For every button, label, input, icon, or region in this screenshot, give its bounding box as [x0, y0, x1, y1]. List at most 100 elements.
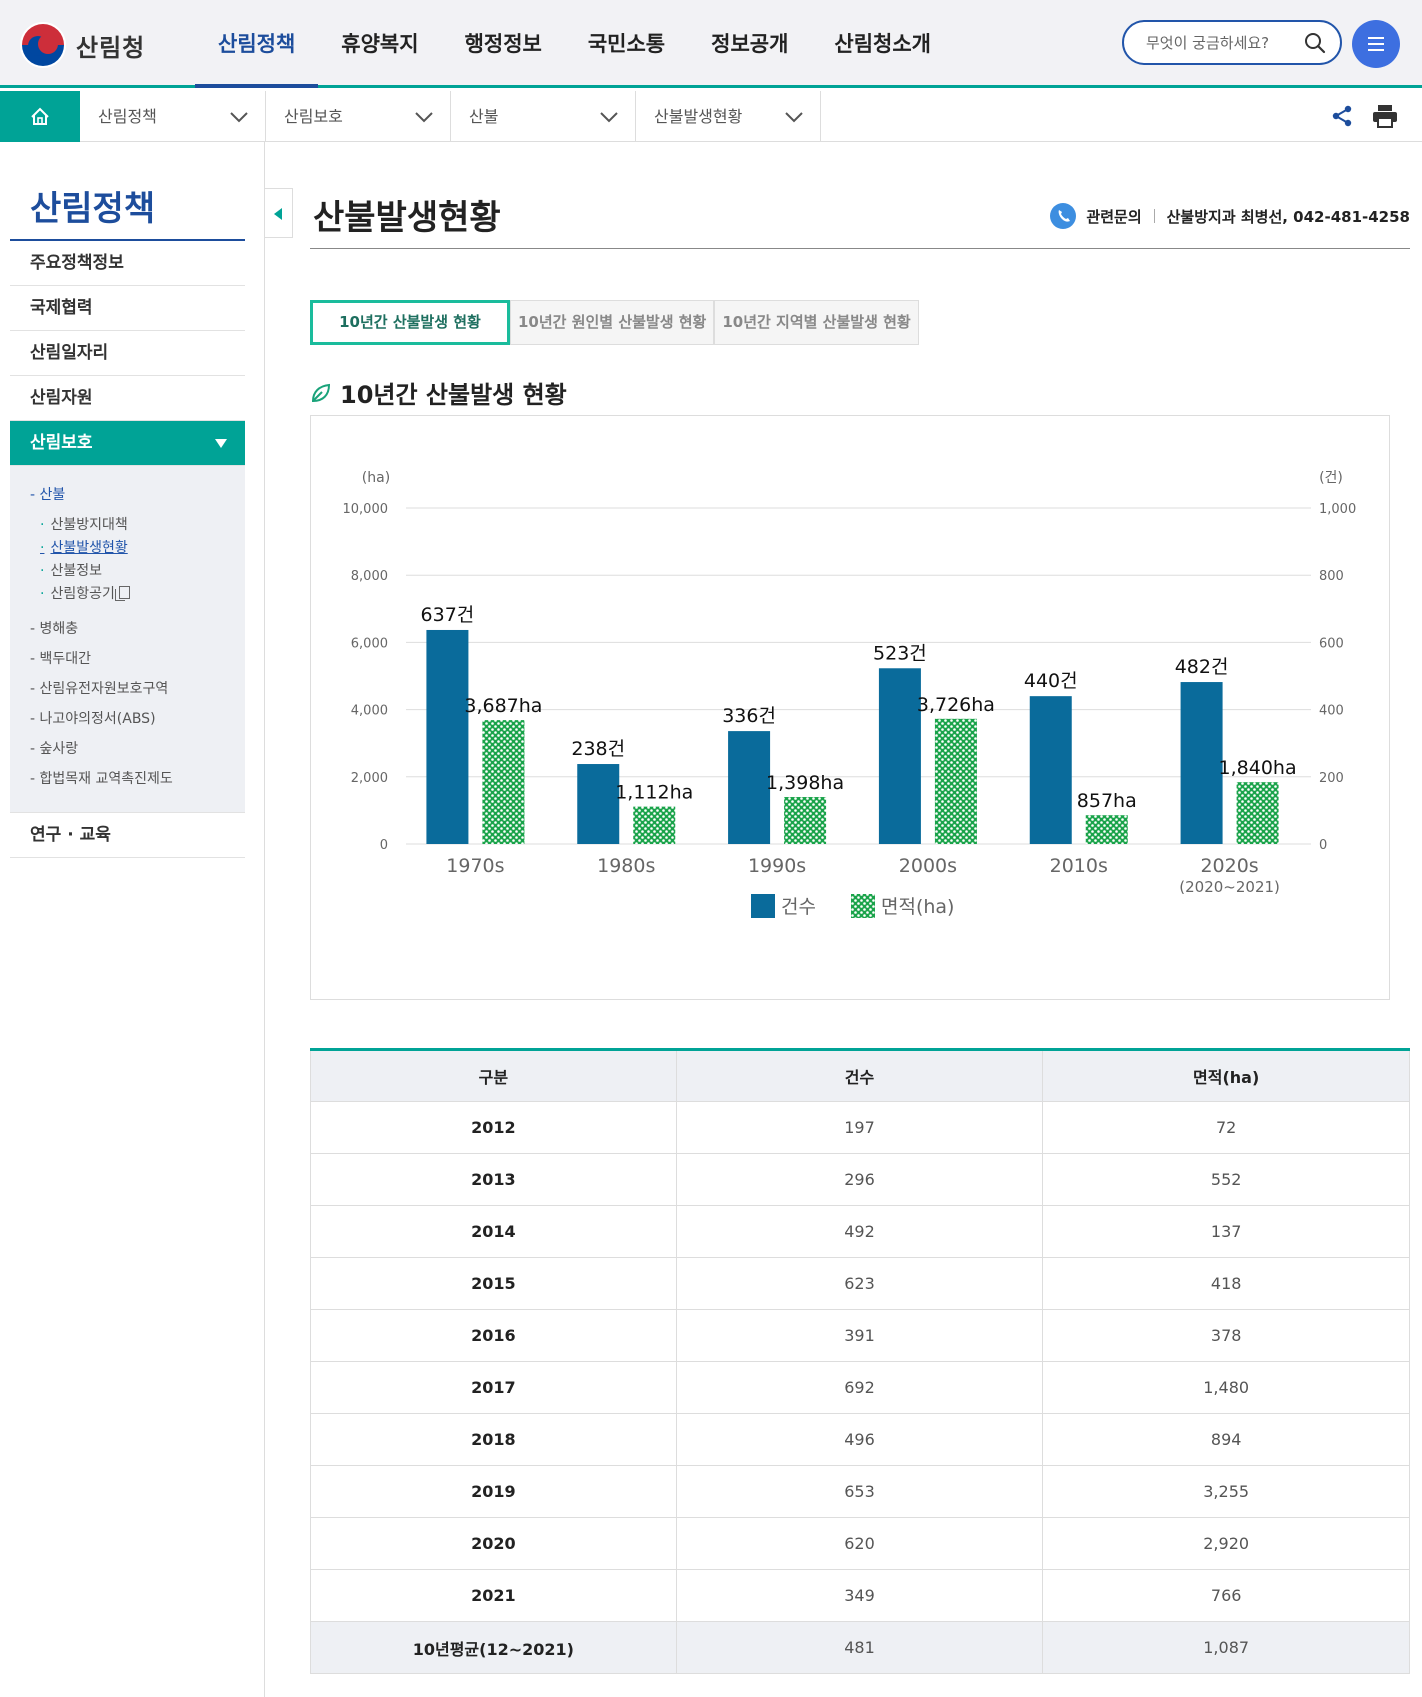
- y-left-tick-label: 8,000: [351, 569, 388, 584]
- search-input[interactable]: [1146, 32, 1296, 54]
- gnb-admin-info[interactable]: 행정정보: [442, 0, 565, 88]
- print-icon[interactable]: [1372, 104, 1398, 128]
- table-cell-area: 1,480: [1042, 1361, 1410, 1414]
- gnb-about[interactable]: 산림청소개: [811, 0, 954, 88]
- location-depth3[interactable]: 산불: [451, 91, 636, 142]
- table-cell-area: 378: [1042, 1309, 1410, 1362]
- y-left-tick-label: 2,000: [351, 771, 388, 786]
- submenu-wildfire[interactable]: - 산불: [10, 484, 245, 506]
- search-icon[interactable]: [1304, 32, 1326, 54]
- table-row: 2021 349 766: [310, 1569, 1410, 1622]
- tab-10yr-status[interactable]: 10년간 산불발생 현황: [310, 300, 510, 345]
- submenu-label: 산불방지대책: [50, 517, 128, 533]
- side-nav-item-policy-info[interactable]: 주요정책정보: [10, 241, 245, 286]
- gnb-recreation-welfare[interactable]: 휴양복지: [318, 0, 441, 88]
- location-depth2[interactable]: 산림보호: [266, 91, 451, 142]
- side-nav: 산림정책 주요정책정보 국제협력 산림일자리 산림자원 산림보호 - 산불 · 산…: [0, 142, 265, 1697]
- contact-label: 관련문의: [1086, 207, 1142, 226]
- table-cell-count: 692: [675, 1361, 1044, 1414]
- table-header-area: 면적(ha): [1042, 1049, 1410, 1102]
- section-title: 10년간 산불발생 현황: [310, 375, 567, 410]
- side-nav-item-forest-protection[interactable]: 산림보호: [10, 421, 245, 466]
- bar-count-label: 482건: [1175, 656, 1229, 678]
- divider: [1153, 209, 1155, 223]
- x-tick-sublabel: (2020~2021): [1179, 878, 1280, 896]
- tab-10yr-by-cause[interactable]: 10년간 원인별 산불발생 현황: [510, 300, 715, 345]
- table-row: 2018 496 894: [310, 1413, 1410, 1466]
- submenu-fire-info[interactable]: · 산불정보: [10, 560, 245, 583]
- x-tick-label: 2010s: [1050, 855, 1108, 877]
- y-right-tick-label: 600: [1319, 636, 1344, 651]
- all-menu-button[interactable]: [1352, 20, 1400, 68]
- location-depth1[interactable]: 산림정책: [80, 91, 266, 142]
- bar-area: [482, 720, 525, 844]
- y-left-tick-label: 6,000: [351, 636, 388, 651]
- submenu-legal-timber[interactable]: - 합법목재 교역촉진제도: [10, 768, 245, 790]
- table-row: 2013 296 552: [310, 1153, 1410, 1206]
- logo-text: 산림청: [76, 33, 146, 62]
- search-box: [1122, 20, 1342, 65]
- chevron-down-icon: [415, 112, 433, 123]
- table-cell-area: 3,255: [1042, 1465, 1410, 1518]
- side-nav-item-research-education[interactable]: 연구 · 교육: [10, 813, 245, 858]
- logo[interactable]: 산림청: [20, 22, 145, 68]
- section-title-text: 10년간 산불발생 현황: [340, 381, 567, 409]
- table-cell-area: 137: [1042, 1205, 1410, 1258]
- side-nav-item-forest-jobs[interactable]: 산림일자리: [10, 331, 245, 376]
- x-tick-label: 1980s: [597, 855, 655, 877]
- table-cell-year: 2015: [310, 1257, 677, 1310]
- submenu-pests[interactable]: - 병해충: [10, 618, 245, 640]
- leaf-icon: [311, 383, 331, 402]
- table-cell-count: 496: [675, 1413, 1044, 1466]
- location-depth4-label: 산불발생현황: [654, 107, 743, 126]
- gnb-info-disclosure[interactable]: 정보공개: [688, 0, 811, 88]
- share-icon[interactable]: [1330, 104, 1354, 128]
- bar-count-label: 336건: [722, 705, 776, 727]
- legend-label-count: 건수: [781, 896, 816, 918]
- y-right-tick-label: 200: [1319, 771, 1344, 786]
- table-cell-area: 552: [1042, 1153, 1410, 1206]
- submenu-label: 산불정보: [50, 563, 102, 579]
- tab-10yr-by-region[interactable]: 10년간 지역별 산불발생 현황: [714, 300, 919, 345]
- bar-area-label: 1,840ha: [1219, 757, 1297, 779]
- side-nav-item-intl-cooperation[interactable]: 국제협력: [10, 286, 245, 331]
- bar-area: [1085, 815, 1128, 844]
- table-cell-area: 72: [1042, 1101, 1410, 1154]
- y-left-tick-label: 10,000: [343, 502, 389, 517]
- submenu-love-forest[interactable]: - 숲사랑: [10, 738, 245, 760]
- table-cell-count: 653: [675, 1465, 1044, 1518]
- bar-area: [633, 806, 676, 844]
- table-cell-count: 349: [675, 1569, 1044, 1622]
- side-nav-toggle[interactable]: [265, 188, 293, 238]
- table-cell-count: 492: [675, 1205, 1044, 1258]
- submenu-fire-prevention[interactable]: · 산불방지대책: [10, 514, 245, 537]
- submenu-baekdudaegan[interactable]: - 백두대간: [10, 648, 245, 670]
- bar-count: [878, 668, 921, 844]
- location-depth4[interactable]: 산불발생현황: [636, 91, 821, 142]
- table-cell-year: 10년평균(12~2021): [310, 1621, 677, 1674]
- bar-count: [577, 764, 620, 844]
- side-nav-list: 주요정책정보 국제협력 산림일자리 산림자원 산림보호 - 산불 · 산불방지대책…: [10, 241, 245, 858]
- bar-area: [784, 797, 827, 844]
- submenu-fire-status[interactable]: · 산불발생현황: [10, 537, 245, 560]
- site-header: 산림청 산림정책 휴양복지 행정정보 국민소통 정보공개 산림청소개: [0, 0, 1422, 88]
- bar-count-label: 238건: [571, 738, 625, 760]
- side-nav-title: 산림정책: [10, 190, 245, 241]
- gnb-forest-policy[interactable]: 산림정책: [195, 0, 319, 88]
- caret-left-icon: [274, 208, 282, 220]
- location-depth1-label: 산림정책: [98, 107, 157, 126]
- table-row: 2017 692 1,480: [310, 1361, 1410, 1414]
- submenu-label: 산불발생현황: [50, 540, 128, 556]
- home-button[interactable]: [0, 91, 80, 142]
- bar-area-label: 3,687ha: [464, 695, 542, 717]
- side-nav-item-forest-resources[interactable]: 산림자원: [10, 376, 245, 421]
- submenu-genetic-reserve[interactable]: - 산림유전자원보호구역: [10, 678, 245, 700]
- submenu-nagoya-protocol[interactable]: - 나고야의정서(ABS): [10, 708, 245, 730]
- global-nav: 산림정책 휴양복지 행정정보 국민소통 정보공개 산림청소개: [195, 0, 954, 88]
- location-depth2-label: 산림보호: [284, 107, 343, 126]
- gnb-communication[interactable]: 국민소통: [565, 0, 688, 88]
- submenu-aircraft[interactable]: · 산림항공기: [10, 583, 245, 606]
- y-right-tick-label: 1,000: [1319, 502, 1356, 517]
- table-cell-year: 2012: [310, 1101, 677, 1154]
- x-tick-label: 1970s: [446, 855, 504, 877]
